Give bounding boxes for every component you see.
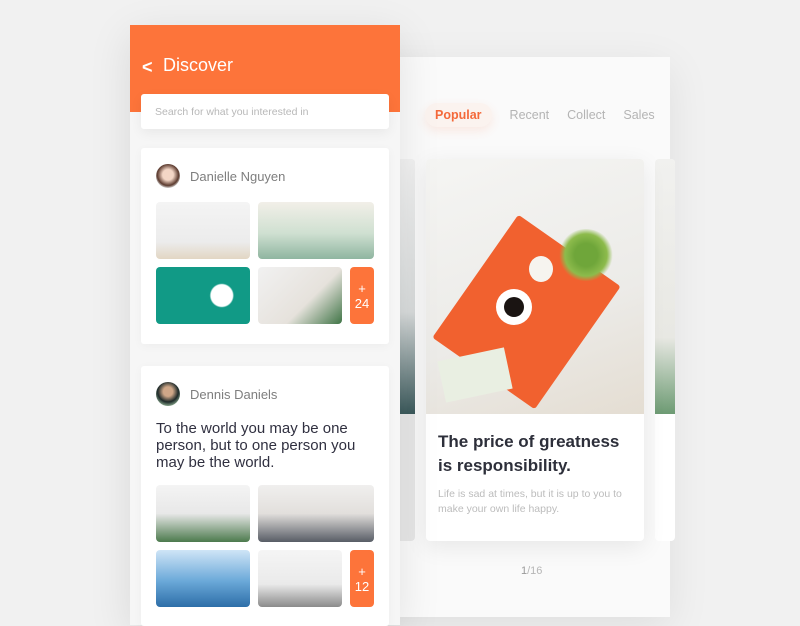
photo-thumbnail[interactable] [258,267,342,324]
photo-thumbnail[interactable] [258,485,374,542]
post-card[interactable]: Dennis Daniels To the world you may be o… [141,366,389,626]
post-card[interactable]: Danielle Nguyen + 24 [141,148,389,344]
tab-collect[interactable]: Collect [567,103,605,127]
photo-thumbnail[interactable] [156,202,250,259]
photo-thumbnail[interactable] [258,550,342,607]
card-title: The price of greatness is responsibility… [438,432,620,475]
featured-card[interactable]: The price of greatness is responsibility… [426,159,644,541]
photo-thumbnail[interactable] [258,202,374,259]
tab-recent[interactable]: Recent [510,103,550,127]
page-total: /16 [527,565,543,577]
post-quote: To the world you may be one person, but … [156,420,356,471]
next-card[interactable] [655,159,675,541]
search-input[interactable]: Search for what you interested in [141,94,389,129]
tab-sales[interactable]: Sales [623,103,654,127]
featured-image [426,159,644,414]
more-photos-button[interactable]: + 24 [350,267,374,324]
avatar[interactable] [156,164,180,188]
discover-screen: < Discover Search for what you intereste… [130,25,400,626]
photo-thumbnail[interactable] [156,267,250,324]
more-count: 12 [354,578,370,594]
user-name[interactable]: Danielle Nguyen [190,169,285,184]
page-indicator: 1/16 [521,565,542,577]
tab-popular[interactable]: Popular [425,103,492,127]
avatar[interactable] [156,382,180,406]
photo-thumbnail[interactable] [156,550,250,607]
back-chevron-icon[interactable]: < [142,57,153,78]
card-description: Life is sad at times, but it is up to yo… [438,488,622,515]
user-name[interactable]: Dennis Daniels [190,387,277,402]
more-count: 24 [354,295,370,311]
category-tabs: Popular Recent Collect Sales [425,103,655,127]
more-photos-button[interactable]: + 12 [350,550,374,607]
photo-thumbnail[interactable] [156,485,250,542]
page-title: Discover [163,55,234,75]
